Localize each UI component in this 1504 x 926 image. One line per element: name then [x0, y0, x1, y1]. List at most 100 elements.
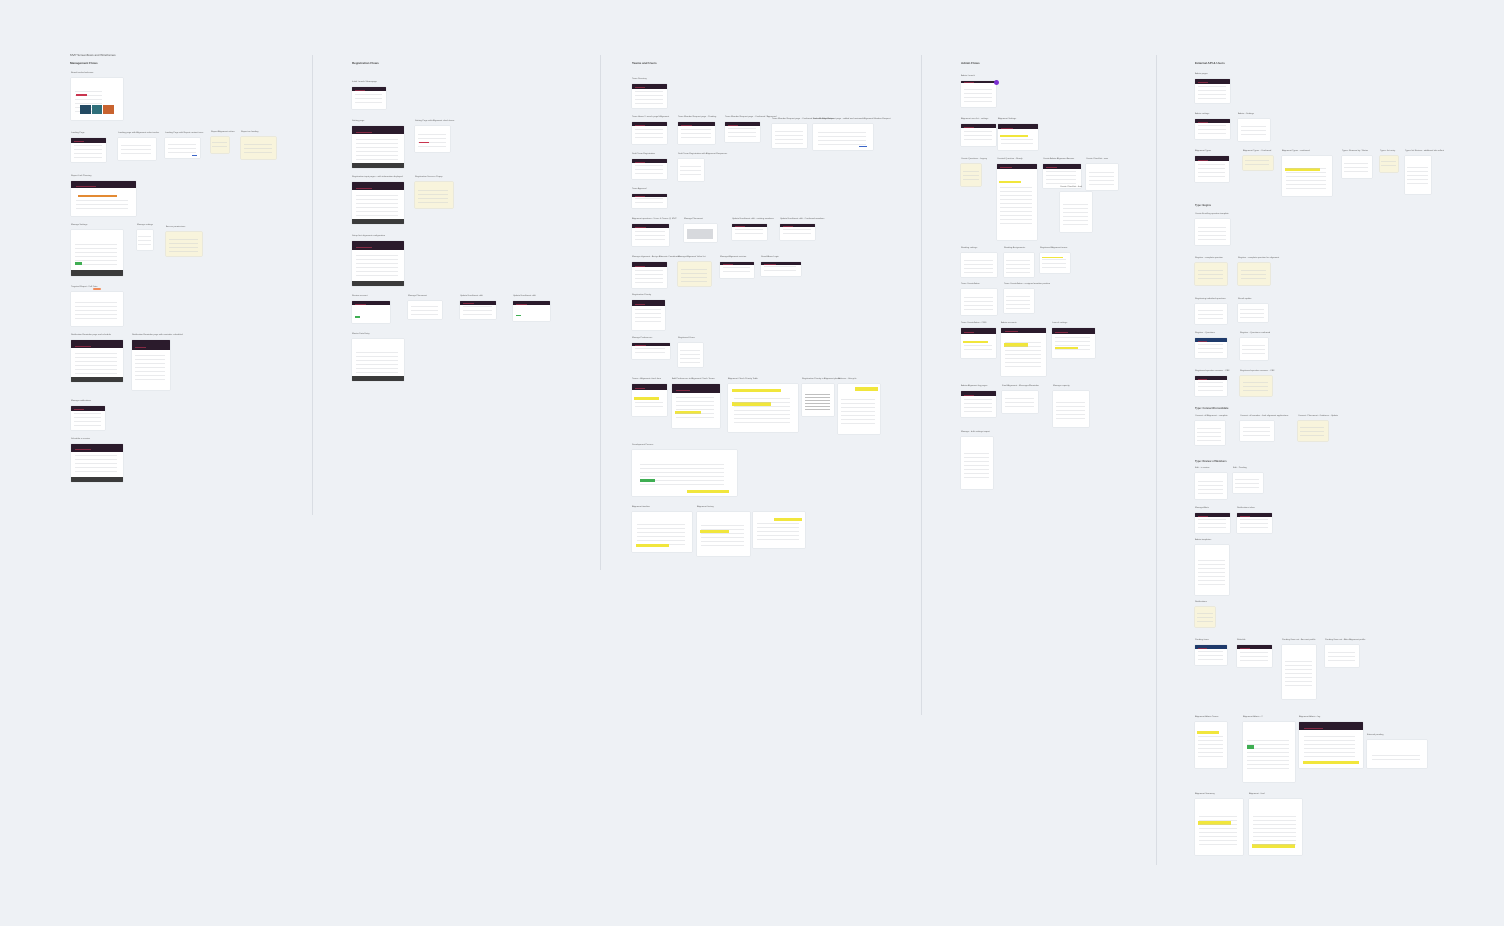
- frame-card[interactable]: Alignment Types - Confirmed: [1243, 150, 1273, 170]
- frame-card[interactable]: Alignment Settings: [998, 118, 1038, 150]
- frame-card[interactable]: Registration input pages - with informat…: [352, 176, 404, 224]
- frame-card[interactable]: Pending flows set - Account profile: [1282, 639, 1316, 699]
- frame-card[interactable]: Development Process: [632, 444, 737, 496]
- frame-card[interactable]: Master Data Entry: [352, 333, 404, 381]
- frame-card[interactable]: Setup first alignment configuration: [352, 235, 404, 286]
- frame-card[interactable]: Manage capacity: [1053, 385, 1089, 427]
- frame-card[interactable]: Registered question answers - CBF: [1195, 370, 1230, 396]
- frame-card[interactable]: Edit - in review: [1195, 467, 1227, 499]
- frame-card[interactable]: Create Checklist - new: [1086, 158, 1118, 190]
- frame-card[interactable]: Team Home / Launch page/ Alignment: [632, 116, 669, 144]
- frame-card[interactable]: Teams - Alignment check lane: [632, 378, 667, 416]
- frame-card[interactable]: Team Member Request page - Confirmed / A…: [725, 116, 776, 142]
- frame-card[interactable]: Register - complete question: [1195, 257, 1227, 285]
- frame-card[interactable]: Review account: [352, 295, 390, 323]
- frame-card[interactable]: Registered question answers - CBF: [1240, 370, 1275, 396]
- frame-card[interactable]: Create Enrolling question template: [1195, 213, 1230, 245]
- frame-card[interactable]: Manage notifications: [71, 400, 105, 430]
- frame-card[interactable]: External pending: [1367, 734, 1427, 768]
- frame-card[interactable]: Setting Page with Alignment check items: [415, 120, 454, 152]
- frame-card[interactable]: Add Preferences to Alignment Check Teams: [672, 378, 720, 428]
- frame-card[interactable]: Landing Page with Report context trace: [165, 132, 203, 158]
- frame-card[interactable]: Manage Alignment Value list: [678, 256, 711, 286]
- frame-card[interactable]: Pending flows set - After Alignment prof…: [1325, 639, 1365, 667]
- frame-card[interactable]: Connect: all Alignment - complete: [1195, 415, 1228, 445]
- frame-card[interactable]: Registration Success Popup: [415, 176, 453, 208]
- frame-card[interactable]: Manage Preferences: [632, 337, 670, 359]
- frame-card[interactable]: Types: Remove by / Status: [1342, 150, 1372, 178]
- frame-card[interactable]: Register - Questions: [1195, 332, 1227, 358]
- frame-card[interactable]: Types: list entry: [1380, 150, 1398, 172]
- frame-card[interactable]: Admin Launch: [961, 75, 996, 107]
- frame-card[interactable]: Manage settings: [137, 224, 153, 250]
- frame-card[interactable]: Update Enrollment shift - existing membe…: [732, 218, 774, 240]
- frame-card[interactable]: Landing Page: [71, 132, 106, 162]
- frame-card[interactable]: Admin Alignment log pages: [961, 385, 996, 417]
- frame-card[interactable]: Alignment questions - Users & Teams @ MV…: [632, 218, 677, 246]
- frame-card[interactable]: Draft Team Registration: [632, 153, 667, 179]
- frame-card[interactable]: Team Constellation: [961, 283, 997, 315]
- frame-card[interactable]: Manage Alignment revision: [720, 256, 754, 278]
- frame-card[interactable]: Alignment history: [697, 506, 750, 556]
- frame-card[interactable]: Alignment Types - confirmed: [1282, 150, 1332, 196]
- frame-card[interactable]: Team Constellation - assigned member pos…: [1004, 283, 1050, 313]
- frame-card[interactable]: Team Constellation - CMS: [961, 322, 996, 358]
- frame-card[interactable]: Schedule a session: [71, 438, 123, 482]
- frame-card[interactable]: Setting page: [352, 120, 404, 168]
- frame-card[interactable]: Admin - Settings: [1238, 113, 1270, 141]
- frame-card[interactable]: Registered Users: [678, 337, 703, 367]
- frame-card[interactable]: Alignment Types: [1195, 150, 1229, 182]
- frame-card[interactable]: Landing page with Alignment value tracke…: [118, 132, 159, 160]
- frame-card[interactable]: Types list Review - additional info roll…: [1405, 150, 1444, 194]
- frame-card[interactable]: Rebuilds: [1237, 639, 1272, 667]
- frame-card[interactable]: Team Directory: [632, 78, 667, 108]
- frame-card[interactable]: Draft Team Registration with Alignment R…: [678, 153, 727, 181]
- frame-card[interactable]: Register - complete question for alignme…: [1238, 257, 1279, 285]
- frame-card[interactable]: Team Member Request page - added and rev…: [813, 118, 890, 150]
- frame-card[interactable]: Stand Alone Login: [761, 256, 801, 276]
- frame-card[interactable]: Report Alignment values: [211, 131, 235, 153]
- frame-card[interactable]: Alignment - final: [1249, 793, 1302, 855]
- frame-card[interactable]: Manage Placement: [684, 218, 717, 242]
- frame-card[interactable]: Team Member Request page - Pending: [678, 116, 716, 144]
- frame-card[interactable]: Created Question - Ready: [997, 158, 1037, 240]
- frame-card[interactable]: Pending items: [1195, 639, 1227, 665]
- frame-card[interactable]: Admin accounts: [1001, 322, 1046, 376]
- frame-card[interactable]: Connect: all member - final alignment ap…: [1240, 415, 1288, 441]
- frame-card[interactable]: Admin pages: [1195, 73, 1230, 103]
- frame-card[interactable]: Notification Reminder page with reminder…: [132, 334, 183, 390]
- frame-card[interactable]: Update Enrollment shift: [460, 295, 496, 319]
- frame-card[interactable]: Connect: Placement - Guidance - Update: [1298, 415, 1338, 441]
- frame-card[interactable]: Reading Assignments: [1004, 247, 1034, 277]
- frame-card[interactable]: Admin templates: [1195, 539, 1229, 595]
- frame-card[interactable]: Targeted Report - Full Data: [71, 286, 123, 326]
- frame-card[interactable]: Registered Alignment teams: [1040, 247, 1070, 273]
- frame-card[interactable]: Manage Placement: [408, 295, 442, 319]
- frame-card[interactable]: Result update: [1238, 298, 1268, 322]
- frame-card[interactable]: Notification Reminder page and schedule: [71, 334, 123, 382]
- frame-card[interactable]: Create Admin Alignment Answer: [1043, 158, 1081, 188]
- frame-card[interactable]: Alignment Admin - log: [1299, 716, 1363, 768]
- frame-card[interactable]: [753, 512, 805, 548]
- frame-card[interactable]: Alignment Admin - 2: [1243, 716, 1295, 782]
- frame-card[interactable]: Register - Questions confirmed: [1240, 332, 1270, 360]
- frame-card[interactable]: Edit - Pending: [1233, 467, 1263, 493]
- frame-card[interactable]: Notifications: [1195, 601, 1215, 627]
- frame-card[interactable]: Release - Lifecycle: [838, 378, 880, 434]
- frame-card[interactable]: Alignment Summary: [1195, 793, 1243, 855]
- figma-canvas[interactable]: MVP Screenflows and Wireframes Managemen…: [0, 0, 1504, 926]
- frame-card[interactable]: Launch settings: [1052, 322, 1095, 358]
- frame-card[interactable]: Registering individual questions: [1195, 298, 1227, 324]
- frame-card[interactable]: Team Approval: [632, 188, 667, 208]
- frame-card[interactable]: Manage alignment - Assign Alternate Coor…: [632, 256, 680, 288]
- frame-card[interactable]: Update Enrollment shift - Confirmed memb…: [780, 218, 825, 240]
- frame-card[interactable]: Alignment user list - settings: [961, 118, 996, 146]
- frame-card[interactable]: Alignment timeline: [632, 506, 692, 552]
- frame-card[interactable]: Manage Settings: [71, 224, 123, 276]
- frame-card[interactable]: Create Questions - Legacy: [961, 158, 987, 186]
- frame-card[interactable]: Alignment Check Priority Table: [728, 378, 798, 432]
- frame-card[interactable]: Reading settings: [961, 247, 997, 277]
- frame-card[interactable]: Update Enrollment shift: [513, 295, 550, 321]
- frame-card[interactable]: Manage - bulk settings import: [961, 431, 993, 489]
- frame-card[interactable]: Registration Priority in Alignment phase: [802, 378, 840, 416]
